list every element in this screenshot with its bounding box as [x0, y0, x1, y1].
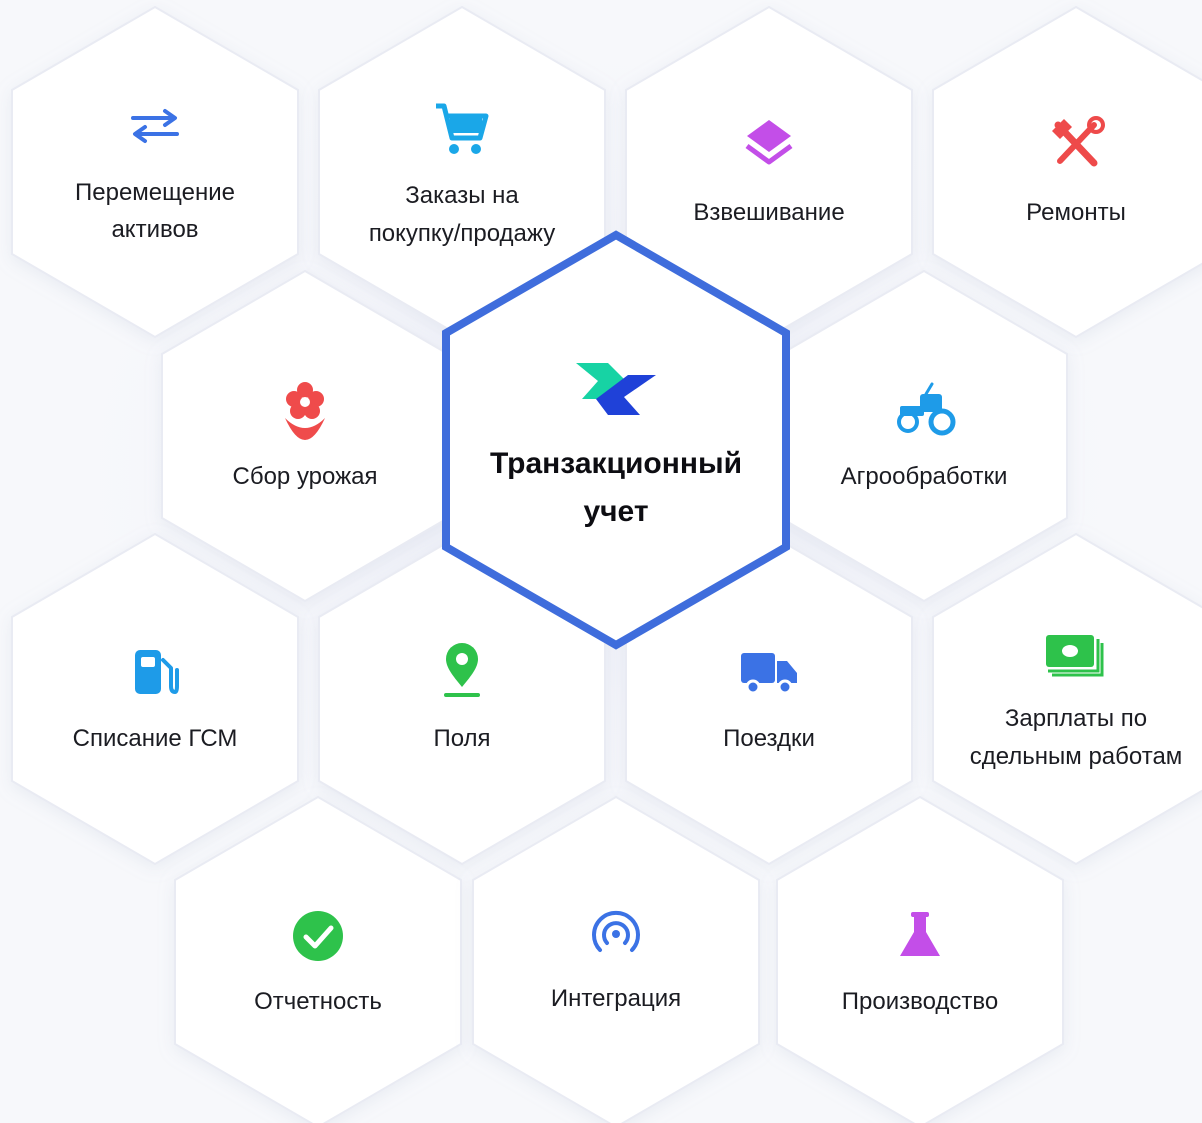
module-label-line2: активов	[111, 216, 198, 243]
check-circle-icon	[293, 911, 343, 961]
center-title-line1: Транзакционный	[490, 447, 742, 480]
module-harvest[interactable]: Сбор урожая	[161, 269, 449, 603]
module-label-line2: сдельным работам	[970, 743, 1183, 770]
module-fuel-writeoff[interactable]: Списание ГСМ	[11, 532, 299, 866]
module-asset-transfer[interactable]: Перемещение активов	[11, 5, 299, 339]
module-label-line1: Взвешивание	[693, 199, 844, 226]
module-label-line1: Производство	[842, 988, 998, 1015]
module-label-line1: Заказы на	[405, 182, 519, 209]
module-label-line2: покупку/продажу	[369, 220, 555, 247]
module-label-line1: Сбор урожая	[233, 463, 378, 490]
module-label-line1: Зарплаты по	[1005, 705, 1147, 732]
module-label-line1: Интеграция	[551, 985, 681, 1012]
module-piecework-salary[interactable]: Зарплаты по сдельным работам	[932, 532, 1202, 866]
hex-diagram: Перемещение активов Заказы на покупку/пр…	[11, 5, 1202, 1123]
module-reports[interactable]: Отчетность	[174, 795, 462, 1123]
module-integration[interactable]: Интеграция	[472, 795, 760, 1123]
module-label-line1: Поля	[433, 725, 490, 752]
module-label-line1: Поездки	[723, 725, 815, 752]
module-label-line1: Перемещение	[75, 179, 235, 206]
module-label-line1: Ремонты	[1026, 199, 1126, 226]
module-agro-operations[interactable]: Агрообработки	[780, 269, 1068, 603]
module-label-line1: Отчетность	[254, 988, 382, 1015]
module-label-line1: Списание ГСМ	[73, 725, 238, 752]
center-title-line2: учет	[583, 495, 648, 528]
module-production[interactable]: Производство	[776, 795, 1064, 1123]
module-label-line1: Агрообработки	[841, 463, 1008, 490]
module-repairs[interactable]: Ремонты	[932, 5, 1202, 339]
